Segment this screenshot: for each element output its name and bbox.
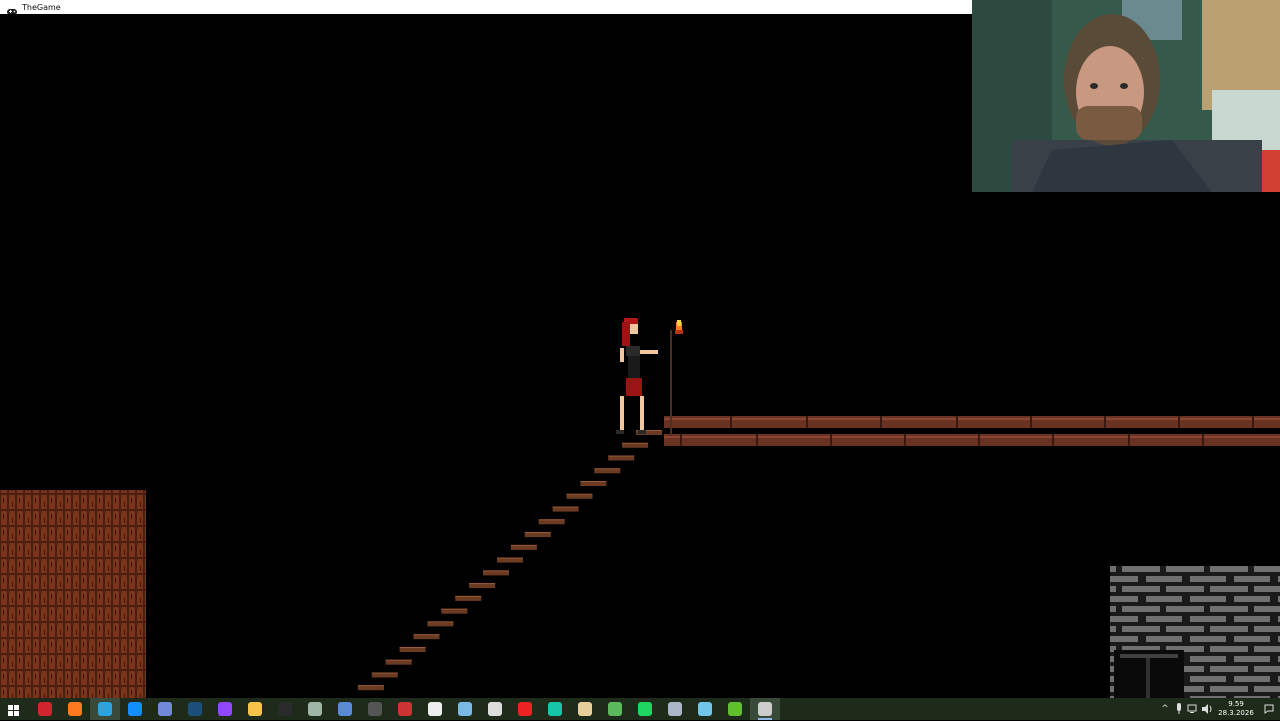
stair-highlight bbox=[497, 557, 523, 559]
taskbar-button-obs[interactable] bbox=[480, 698, 510, 720]
steam-icon bbox=[188, 702, 202, 716]
stair-highlight bbox=[413, 634, 440, 636]
gamepad-icon bbox=[6, 2, 18, 15]
taskbar-button-opera[interactable] bbox=[30, 698, 60, 720]
taskbar-button-pencil[interactable] bbox=[570, 698, 600, 720]
webcam-overlay bbox=[972, 0, 1280, 192]
taskbar-button-folder[interactable] bbox=[660, 698, 690, 720]
taskbar-button-spotify[interactable] bbox=[630, 698, 660, 720]
stair-highlight bbox=[469, 583, 496, 585]
volume-icon[interactable] bbox=[1200, 698, 1214, 720]
taskbar-button-notepad[interactable] bbox=[330, 698, 360, 720]
stair-highlight bbox=[385, 659, 412, 661]
unity-icon bbox=[368, 702, 382, 716]
paint-icon bbox=[458, 702, 472, 716]
window-titlebar[interactable]: TheGame bbox=[0, 0, 972, 15]
monitor-icon bbox=[698, 702, 712, 716]
chevron-up-icon[interactable]: ^ bbox=[1158, 698, 1172, 720]
game-controller-icon bbox=[758, 702, 772, 716]
record-icon bbox=[518, 702, 532, 716]
taskbar-button-puzzle[interactable] bbox=[390, 698, 420, 720]
taskbar-button-twitch[interactable] bbox=[210, 698, 240, 720]
clapper-icon bbox=[728, 702, 742, 716]
spotify-icon bbox=[638, 702, 652, 716]
taskbar-button-game-controller[interactable] bbox=[750, 698, 780, 720]
clock-date: 28.3.2026 bbox=[1218, 709, 1254, 717]
window-title: TheGame bbox=[22, 2, 61, 12]
wooden-staircase bbox=[357, 430, 662, 691]
stair-highlight bbox=[483, 570, 509, 572]
file-explorer-icon bbox=[248, 702, 262, 716]
stair-highlight bbox=[455, 595, 482, 597]
cursor-icon bbox=[548, 702, 562, 716]
taskbar-button-monitor[interactable] bbox=[690, 698, 720, 720]
capcut-icon bbox=[428, 702, 442, 716]
taskbar-button-record[interactable] bbox=[510, 698, 540, 720]
stair-highlight bbox=[594, 468, 621, 470]
taskbar-button-unity[interactable] bbox=[360, 698, 390, 720]
stair-highlight bbox=[427, 621, 454, 623]
taskbar-button-discord[interactable] bbox=[150, 698, 180, 720]
twitch-icon bbox=[218, 702, 232, 716]
epic-games-icon bbox=[278, 702, 292, 716]
taskbar-button-paint[interactable] bbox=[450, 698, 480, 720]
microphone-icon[interactable] bbox=[1172, 698, 1186, 720]
brick-wall bbox=[0, 490, 146, 698]
stair-highlight bbox=[357, 685, 384, 687]
folder-icon bbox=[668, 702, 682, 716]
stone-doorway bbox=[1114, 650, 1184, 698]
stair-highlight bbox=[622, 442, 649, 444]
stair-highlight bbox=[399, 647, 426, 648]
stair-highlight bbox=[524, 532, 551, 534]
taskbar-button-globe[interactable] bbox=[300, 698, 330, 720]
stair-highlight bbox=[371, 672, 398, 674]
firefox-icon bbox=[68, 702, 82, 716]
taskbar-button-epic-games[interactable] bbox=[270, 698, 300, 720]
stair-highlight bbox=[566, 493, 593, 495]
globe-icon bbox=[308, 702, 322, 716]
discord-icon bbox=[158, 702, 172, 716]
notepad-icon bbox=[338, 702, 352, 716]
windows-taskbar: ^ 9.59 28.3.2026 bbox=[0, 698, 1280, 720]
puzzle-icon bbox=[398, 702, 412, 716]
taskbar-button-steam[interactable] bbox=[180, 698, 210, 720]
taskbar-button-telegram[interactable] bbox=[90, 698, 120, 720]
obs-icon bbox=[488, 702, 502, 716]
battlenet-icon bbox=[128, 702, 142, 716]
system-tray: ^ 9.59 28.3.2026 bbox=[1158, 698, 1280, 720]
wooden-bridge bbox=[664, 416, 1280, 446]
stair-highlight bbox=[510, 544, 537, 546]
stair-highlight bbox=[608, 455, 635, 457]
telegram-icon bbox=[98, 702, 112, 716]
android-icon bbox=[608, 702, 622, 716]
notification-icon[interactable] bbox=[1258, 698, 1280, 720]
taskbar-button-file-explorer[interactable] bbox=[240, 698, 270, 720]
taskbar-button-android[interactable] bbox=[600, 698, 630, 720]
taskbar-button-clapper[interactable] bbox=[720, 698, 750, 720]
stair-highlight bbox=[441, 608, 468, 610]
taskbar-clock[interactable]: 9.59 28.3.2026 bbox=[1214, 700, 1258, 718]
network-icon[interactable] bbox=[1186, 698, 1200, 720]
pencil-icon bbox=[578, 702, 592, 716]
taskbar-button-start[interactable] bbox=[0, 698, 30, 720]
taskbar-button-battlenet[interactable] bbox=[120, 698, 150, 720]
opera-icon bbox=[38, 702, 52, 716]
taskbar-button-firefox[interactable] bbox=[60, 698, 90, 720]
stair-highlight bbox=[538, 519, 565, 521]
start-icon bbox=[8, 702, 22, 716]
stair-highlight bbox=[552, 506, 579, 508]
clock-time: 9.59 bbox=[1228, 700, 1244, 708]
taskbar-button-capcut[interactable] bbox=[420, 698, 450, 720]
taskbar-button-cursor[interactable] bbox=[540, 698, 570, 720]
stair-highlight bbox=[580, 481, 607, 482]
